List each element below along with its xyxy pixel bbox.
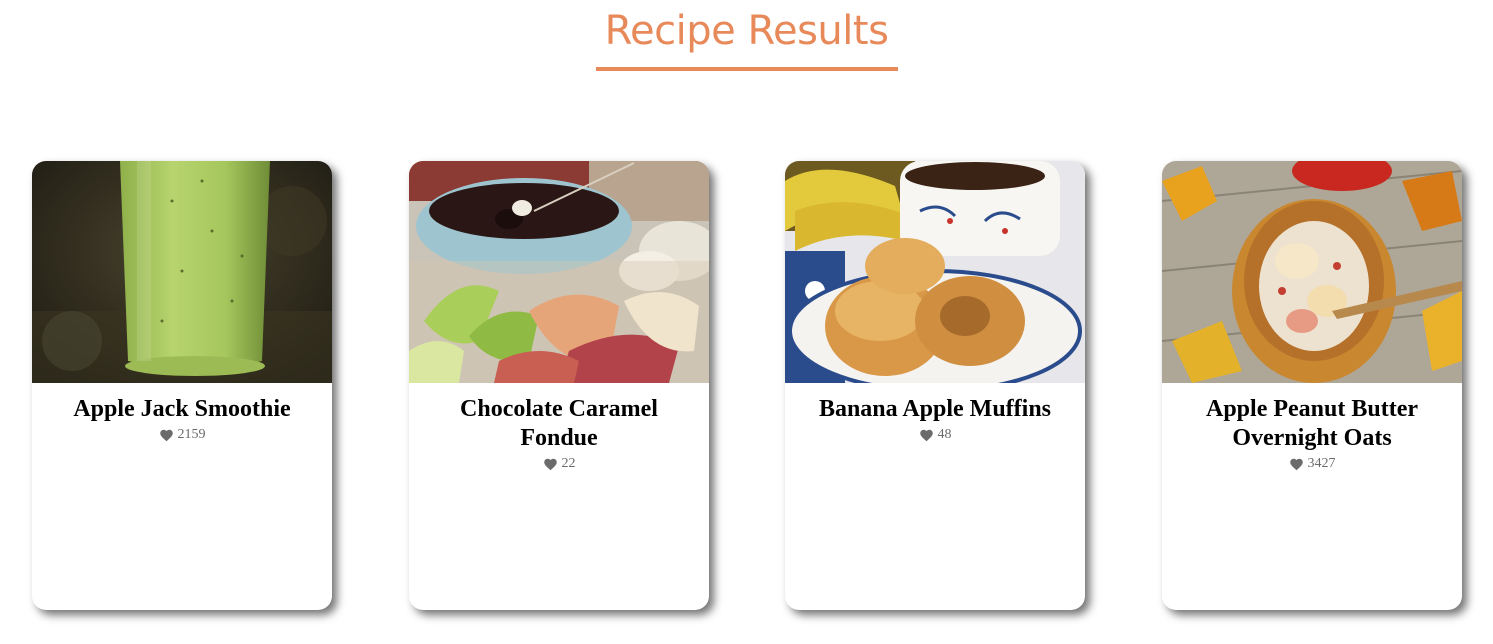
recipe-image[interactable] [1162, 161, 1462, 383]
recipe-image[interactable] [409, 161, 709, 383]
likes-count: 2159 [46, 427, 318, 443]
heart-icon[interactable] [919, 428, 934, 442]
card-body: Chocolate Caramel Fondue 22 [409, 383, 709, 472]
card-body: Apple Jack Smoothie 2159 [32, 383, 332, 443]
oats-image [1162, 161, 1462, 383]
recipe-image[interactable] [32, 161, 332, 383]
recipe-card[interactable]: Chocolate Caramel Fondue 22 [409, 161, 709, 610]
recipe-title[interactable]: Banana Apple Muffins [799, 395, 1071, 424]
card-body: Banana Apple Muffins 48 [785, 383, 1085, 443]
recipe-title[interactable]: Chocolate Caramel Fondue [423, 395, 695, 453]
recipe-results-page: Recipe Results Apple Jack Smoothie 2159 … [0, 0, 1493, 644]
heart-icon[interactable] [159, 428, 174, 442]
likes-count: 3427 [1176, 456, 1448, 472]
fondue-image [409, 161, 709, 383]
likes-value: 48 [937, 427, 952, 442]
heart-icon[interactable] [1289, 457, 1304, 471]
title-underline [596, 67, 898, 71]
likes-value: 22 [561, 456, 576, 471]
page-title: Recipe Results [604, 8, 889, 54]
recipe-title[interactable]: Apple Peanut Butter Overnight Oats [1176, 395, 1448, 453]
recipe-card[interactable]: Apple Jack Smoothie 2159 [32, 161, 332, 610]
recipe-card[interactable]: Banana Apple Muffins 48 [785, 161, 1085, 610]
recipe-image[interactable] [785, 161, 1085, 383]
likes-count: 22 [423, 456, 695, 472]
recipe-title[interactable]: Apple Jack Smoothie [46, 395, 318, 424]
likes-value: 2159 [177, 427, 206, 442]
recipe-card[interactable]: Apple Peanut Butter Overnight Oats 3427 [1162, 161, 1462, 610]
header: Recipe Results [0, 0, 1493, 80]
muffins-image [785, 161, 1085, 383]
likes-value: 3427 [1307, 456, 1336, 471]
smoothie-image [32, 161, 332, 383]
card-body: Apple Peanut Butter Overnight Oats 3427 [1162, 383, 1462, 472]
likes-count: 48 [799, 427, 1071, 443]
heart-icon[interactable] [543, 457, 558, 471]
